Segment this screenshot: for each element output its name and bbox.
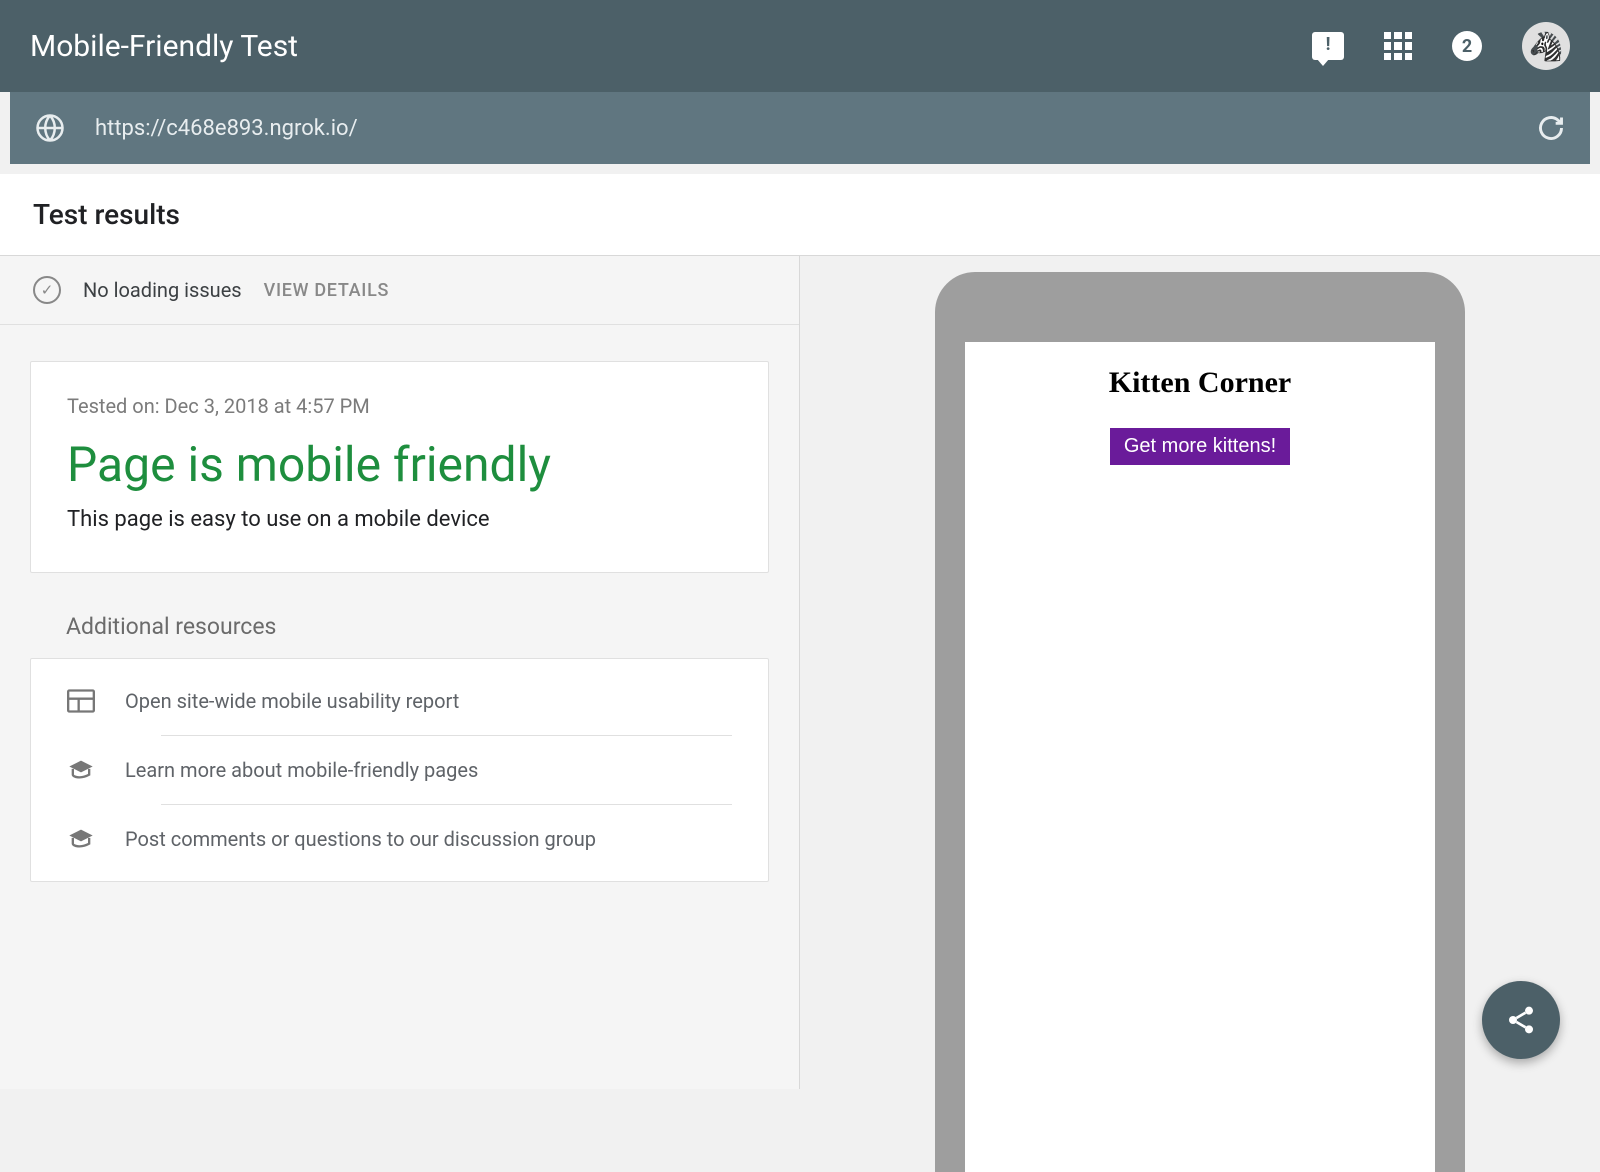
content-area: ✓ No loading issues VIEW DETAILS Tested … <box>0 256 1600 1089</box>
phone-screen: Kitten Corner Get more kittens! <box>965 342 1435 1172</box>
refresh-icon[interactable] <box>1537 114 1565 142</box>
result-card: Tested on: Dec 3, 2018 at 4:57 PM Page i… <box>30 361 769 573</box>
app-header: Mobile-Friendly Test ! 2 🦓 <box>0 0 1600 92</box>
feedback-icon[interactable]: ! <box>1312 32 1344 60</box>
app-title: Mobile-Friendly Test <box>30 29 298 64</box>
share-button[interactable] <box>1482 981 1560 1059</box>
resource-label: Post comments or questions to our discus… <box>125 827 596 851</box>
resource-item-learn[interactable]: Learn more about mobile-friendly pages <box>31 736 768 804</box>
resource-item-report[interactable]: Open site-wide mobile usability report <box>31 667 768 735</box>
result-description: This page is easy to use on a mobile dev… <box>67 507 732 532</box>
check-icon: ✓ <box>33 276 61 304</box>
view-details-link[interactable]: VIEW DETAILS <box>264 280 390 301</box>
resources-heading: Additional resources <box>66 613 799 640</box>
resource-label: Open site-wide mobile usability report <box>125 689 459 713</box>
url-bar: https://c468e893.ngrok.io/ <box>10 92 1590 164</box>
tested-on-label: Tested on: Dec 3, 2018 at 4:57 PM <box>67 394 732 418</box>
right-column: Kitten Corner Get more kittens! <box>800 256 1600 1089</box>
school-icon <box>67 758 95 782</box>
notifications-badge[interactable]: 2 <box>1452 31 1482 61</box>
left-column: ✓ No loading issues VIEW DETAILS Tested … <box>0 256 800 1089</box>
url-input[interactable]: https://c468e893.ngrok.io/ <box>95 116 1507 141</box>
resources-card: Open site-wide mobile usability report L… <box>30 658 769 882</box>
preview-page-heading: Kitten Corner <box>965 342 1435 400</box>
webpage-icon <box>67 689 95 713</box>
results-header: Test results <box>0 174 1600 256</box>
loading-status-label: No loading issues <box>83 278 242 302</box>
loading-issues-row[interactable]: ✓ No loading issues VIEW DETAILS <box>0 256 799 325</box>
resource-label: Learn more about mobile-friendly pages <box>125 758 478 782</box>
avatar[interactable]: 🦓 <box>1522 22 1570 70</box>
header-actions: ! 2 🦓 <box>1312 22 1570 70</box>
phone-preview-frame: Kitten Corner Get more kittens! <box>935 272 1465 1172</box>
result-verdict: Page is mobile friendly <box>67 436 732 493</box>
resource-item-discuss[interactable]: Post comments or questions to our discus… <box>31 805 768 873</box>
results-title: Test results <box>33 198 1567 231</box>
preview-button: Get more kittens! <box>1110 428 1290 465</box>
apps-icon[interactable] <box>1384 32 1412 60</box>
globe-icon <box>35 113 65 143</box>
school-icon <box>67 827 95 851</box>
